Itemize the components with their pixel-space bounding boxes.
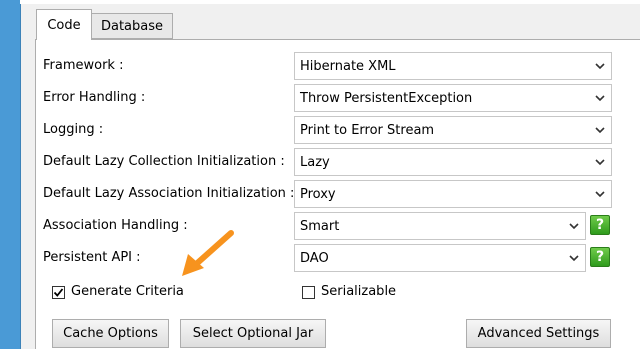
association-handling-label: Association Handling : [43, 218, 188, 233]
framework-value: Hibernate XML [300, 58, 396, 74]
framework-label: Framework : [43, 58, 124, 73]
association-handling-value: Smart [300, 218, 340, 234]
chevron-down-icon [589, 181, 611, 207]
logging-label: Logging : [43, 122, 104, 137]
generate-criteria-label[interactable]: Generate Criteria [71, 284, 184, 299]
lazy-association-label: Default Lazy Association Initialization … [43, 186, 295, 201]
lazy-association-select[interactable]: Proxy [294, 180, 612, 208]
chevron-down-icon [589, 53, 611, 79]
logging-select[interactable]: Print to Error Stream [294, 116, 612, 144]
generate-criteria-checkbox[interactable] [52, 286, 65, 299]
serializable-checkbox[interactable] [302, 286, 315, 299]
chevron-down-icon [589, 117, 611, 143]
error-handling-label: Error Handling : [43, 90, 146, 105]
lazy-collection-value: Lazy [300, 154, 330, 170]
select-optional-jar-button[interactable]: Select Optional Jar [180, 319, 326, 348]
window-top-edge [20, 0, 640, 4]
lazy-collection-label: Default Lazy Collection Initialization : [43, 154, 285, 169]
serializable-label[interactable]: Serializable [321, 284, 396, 299]
advanced-settings-button[interactable]: Advanced Settings [466, 319, 611, 348]
cache-options-button[interactable]: Cache Options [52, 319, 169, 348]
lazy-collection-select[interactable]: Lazy [294, 148, 612, 176]
annotation-arrow-icon [182, 230, 234, 276]
persistent-api-select[interactable]: DAO [294, 244, 586, 272]
persistent-api-value: DAO [300, 250, 329, 266]
framework-select[interactable]: Hibernate XML [294, 52, 612, 80]
chevron-down-icon [563, 213, 585, 239]
chevron-down-icon [589, 149, 611, 175]
chevron-down-icon [563, 245, 585, 271]
association-handling-help-button[interactable]: ? [590, 215, 610, 235]
persistent-api-label: Persistent API : [43, 250, 141, 265]
error-handling-value: Throw PersistentException [300, 90, 473, 106]
association-handling-select[interactable]: Smart [294, 212, 586, 240]
logging-value: Print to Error Stream [300, 122, 435, 138]
lazy-association-value: Proxy [300, 186, 336, 202]
checkmark-icon [53, 288, 64, 297]
chevron-down-icon [589, 85, 611, 111]
error-handling-select[interactable]: Throw PersistentException [294, 84, 612, 112]
persistent-api-help-button[interactable]: ? [590, 247, 610, 267]
tab-code[interactable]: Code [36, 9, 92, 40]
tab-database[interactable]: Database [91, 13, 173, 39]
window-edge-strip [0, 0, 21, 349]
